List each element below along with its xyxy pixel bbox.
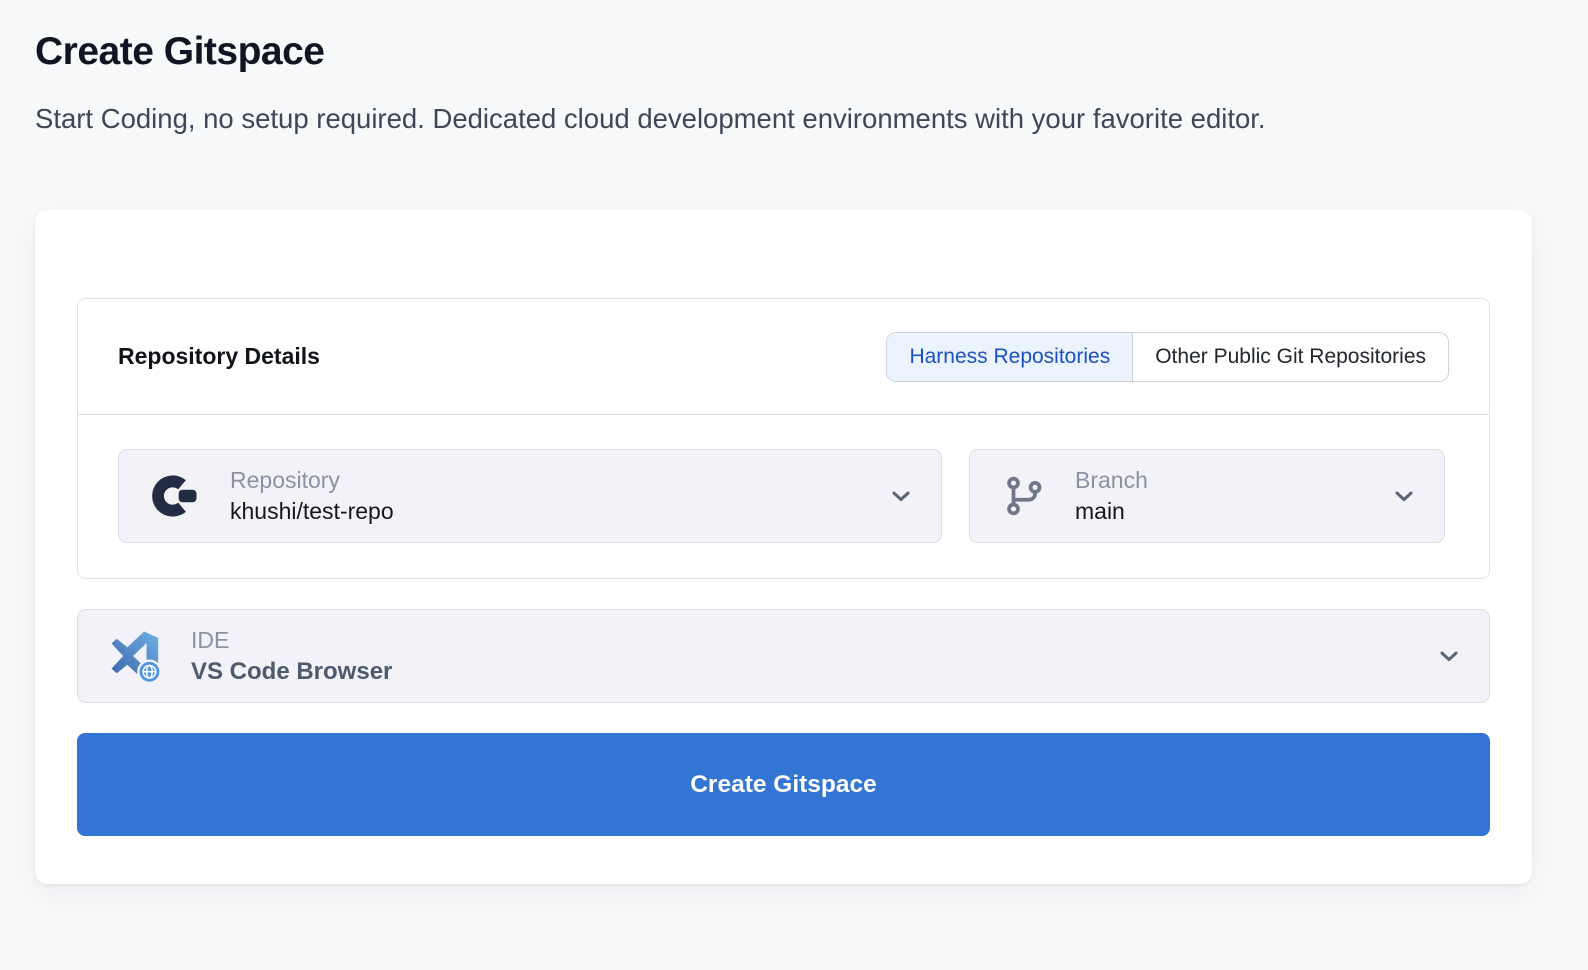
vscode-browser-icon <box>108 628 164 684</box>
ide-label: IDE <box>191 627 1435 654</box>
gitspace-form-card: Repository Details Harness Repositories … <box>35 210 1532 884</box>
create-gitspace-button[interactable]: Create Gitspace <box>77 733 1490 836</box>
ide-value: VS Code Browser <box>191 658 1435 686</box>
repository-details-header: Repository Details Harness Repositories … <box>78 299 1489 415</box>
repository-details-section: Repository Details Harness Repositories … <box>77 298 1490 579</box>
repository-label: Repository <box>230 467 887 494</box>
branch-select[interactable]: Branch main <box>969 449 1445 543</box>
tab-harness-repositories[interactable]: Harness Repositories <box>887 333 1132 381</box>
branch-select-texts: Branch main <box>1075 467 1390 525</box>
branch-label: Branch <box>1075 467 1390 494</box>
page-title: Create Gitspace <box>35 30 1553 74</box>
repository-details-heading: Repository Details <box>118 343 320 370</box>
repository-value: khushi/test-repo <box>230 498 887 525</box>
page-subtitle: Start Coding, no setup required. Dedicat… <box>35 98 1460 139</box>
repository-source-tab-group: Harness Repositories Other Public Git Re… <box>886 332 1449 382</box>
ide-select-texts: IDE VS Code Browser <box>191 627 1435 686</box>
chevron-down-icon <box>1390 482 1418 510</box>
tab-other-public-git-repositories[interactable]: Other Public Git Repositories <box>1132 333 1448 381</box>
repository-select[interactable]: Repository khushi/test-repo <box>118 449 942 543</box>
chevron-down-icon <box>1435 642 1463 670</box>
repository-select-texts: Repository khushi/test-repo <box>230 467 887 525</box>
git-branch-icon <box>1002 473 1048 519</box>
create-gitspace-page: Create Gitspace Start Coding, no setup r… <box>0 0 1588 884</box>
chevron-down-icon <box>887 482 915 510</box>
harness-code-repo-icon <box>151 470 203 522</box>
branch-value: main <box>1075 498 1390 525</box>
repository-details-body: Repository khushi/test-repo <box>78 415 1489 578</box>
ide-select[interactable]: IDE VS Code Browser <box>77 609 1490 703</box>
